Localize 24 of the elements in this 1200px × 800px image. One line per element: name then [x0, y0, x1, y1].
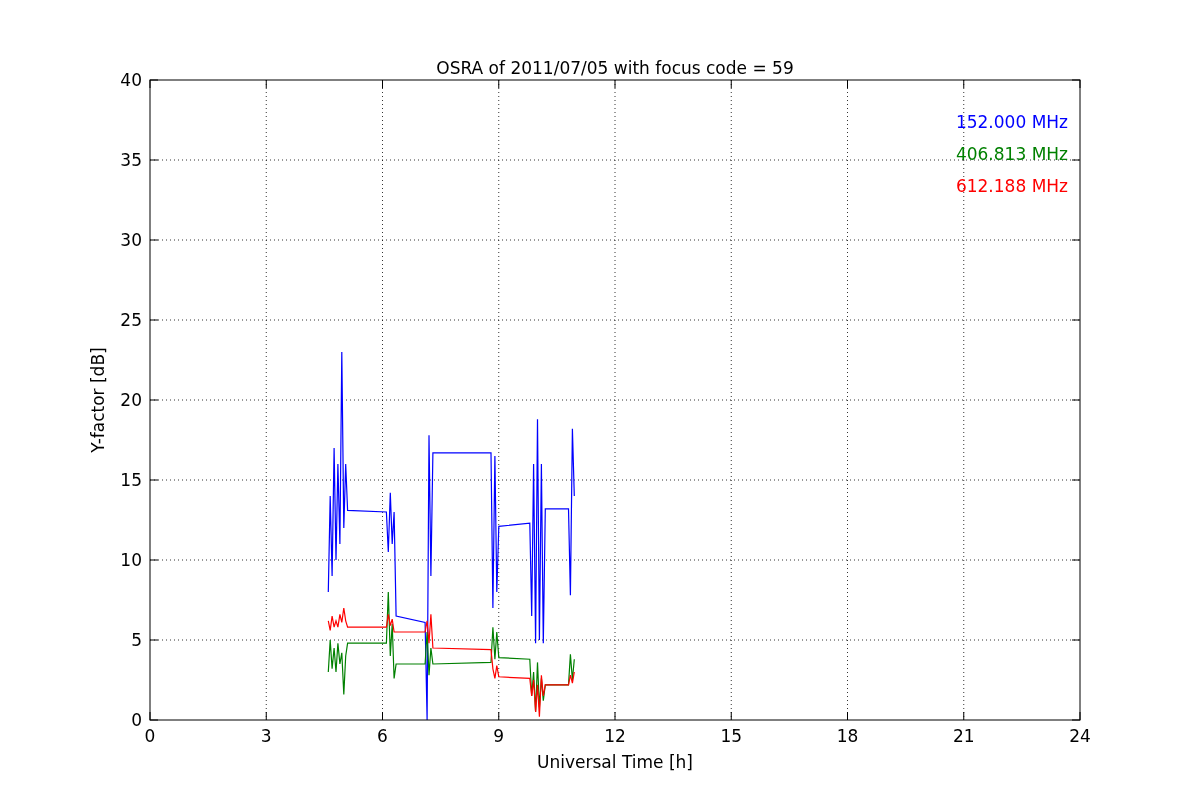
tick-label: 12	[604, 726, 626, 746]
tick-label: 24	[1069, 726, 1091, 746]
tick-label: 21	[952, 726, 975, 746]
x-axis-label: Universal Time [h]	[537, 752, 693, 772]
tick-label: 30	[120, 230, 142, 250]
tick-label: 0	[144, 726, 156, 746]
tick-label: 0	[131, 710, 142, 730]
tick-label: 6	[377, 726, 388, 746]
tick-label: 15	[120, 470, 142, 490]
tick-label: 15	[720, 726, 743, 746]
tick-label: 18	[836, 726, 859, 746]
tick-label: 40	[120, 70, 142, 90]
tick-label: 9	[493, 726, 505, 746]
chart-title: OSRA of 2011/07/05 with focus code = 59	[436, 58, 794, 78]
tick-label: 25	[120, 310, 142, 330]
tick-label: 35	[120, 150, 142, 170]
tick-label: 5	[131, 630, 142, 650]
tick-label: 10	[120, 550, 142, 570]
legend-label: 406.813 MHz	[955, 144, 1068, 164]
y-axis-label: Y-factor [dB]	[88, 347, 108, 453]
tick-label: 20	[120, 390, 142, 410]
legend-label: 152.000 MHz	[955, 112, 1068, 132]
legend-label: 612.188 MHz	[955, 176, 1068, 196]
tick-label: 3	[260, 726, 272, 746]
